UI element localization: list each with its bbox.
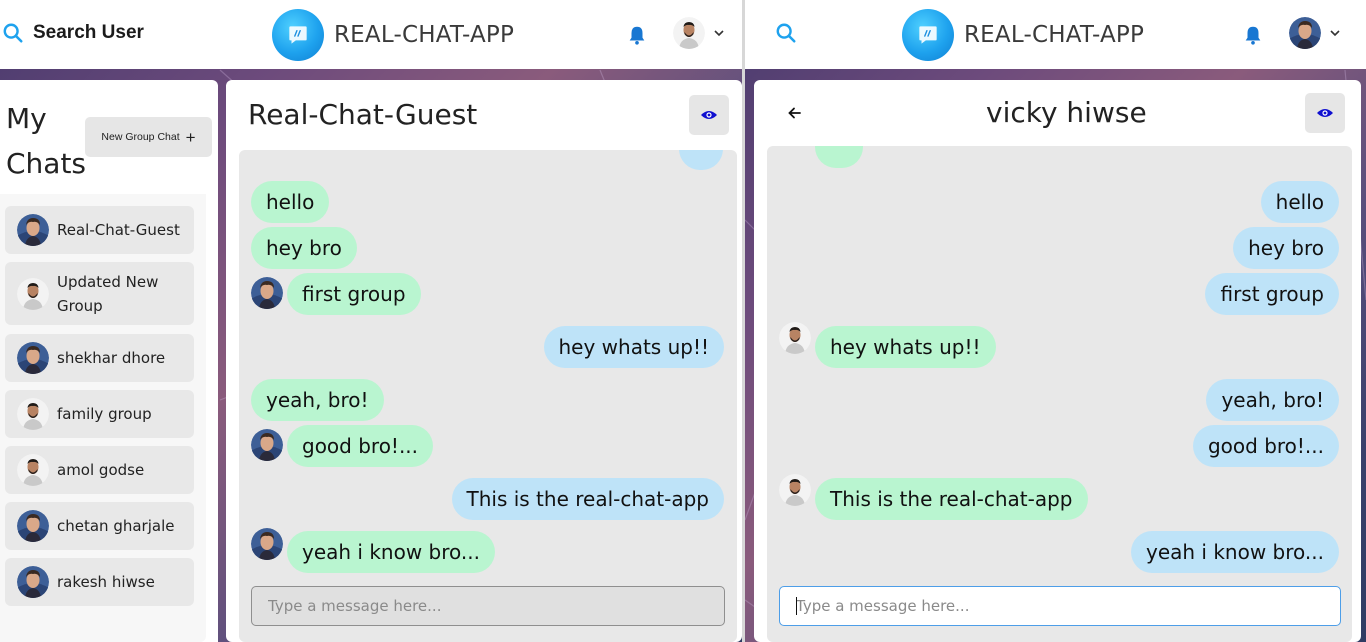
- message-bubble: first group: [1205, 273, 1339, 315]
- chat-item-name: family group: [57, 405, 152, 423]
- chat-box: vicky hiwse hello hey bro first group he…: [754, 80, 1361, 642]
- chat-item-name: chetan gharjale: [57, 517, 175, 535]
- messages-area: hello hey bro first group hey whats up!!…: [239, 150, 737, 642]
- avatar: [17, 342, 49, 374]
- new-group-chat-button[interactable]: New Group Chat +: [85, 117, 212, 157]
- app-name: REAL-CHAT-APP: [334, 22, 515, 48]
- chat-item-real-chat-guest[interactable]: Real-Chat-Guest: [5, 206, 194, 254]
- messages-area: hello hey bro first group hey whats up!!…: [767, 146, 1352, 642]
- chat-item-name: Real-Chat-Guest: [57, 221, 180, 239]
- message-bubble: This is the real-chat-app: [815, 478, 1088, 520]
- chat-title: Real-Chat-Guest: [248, 98, 478, 131]
- chevron-down-icon: [1330, 30, 1340, 37]
- chat-title: vicky hiwse: [986, 96, 1147, 129]
- chat-item-name: Updated New Group: [57, 272, 159, 315]
- message-bubble: hello: [251, 181, 330, 223]
- chat-item-name: amol godse: [57, 461, 145, 479]
- message-input[interactable]: [251, 586, 725, 626]
- user-avatar: [673, 17, 705, 49]
- chat-item-updated-new-group[interactable]: Updated New Group: [5, 262, 194, 325]
- chat-box: Real-Chat-Guest hello hey bro first grou…: [226, 80, 742, 642]
- message-bubble: [679, 150, 723, 170]
- avatar: [17, 510, 49, 542]
- chat-item-amol-godse[interactable]: amol godse: [5, 446, 194, 494]
- search-icon: [3, 23, 23, 43]
- message-bubble: yeah, bro!: [1206, 379, 1339, 421]
- message-bubble: hey whats up!!: [543, 326, 724, 368]
- app-name: REAL-CHAT-APP: [964, 22, 1145, 48]
- my-chats-panel: My Chats New Group Chat + Real-Chat-Gues…: [0, 80, 218, 642]
- chat-item-chetan-gharjale[interactable]: chetan gharjale: [5, 502, 194, 550]
- left-window: Search User REAL-CHAT-APP My Chats New G…: [0, 0, 742, 642]
- message-bubble: yeah i know bro...: [287, 531, 495, 573]
- bell-icon[interactable]: [1242, 24, 1264, 46]
- message-bubble: hey whats up!!: [815, 326, 996, 368]
- eye-icon: [1317, 109, 1333, 117]
- chat-item-shekhar-dhore[interactable]: shekhar dhore: [5, 334, 194, 382]
- sender-avatar: [779, 474, 811, 506]
- message-bubble: yeah i know bro...: [1131, 531, 1339, 573]
- avatar: [17, 398, 49, 430]
- search-user-button[interactable]: [775, 22, 797, 44]
- arrow-left-icon[interactable]: [788, 106, 802, 120]
- chat-item-family-group[interactable]: family group: [5, 390, 194, 438]
- profile-menu-button[interactable]: [673, 17, 725, 49]
- bell-icon[interactable]: [626, 24, 648, 46]
- message-bubble: first group: [287, 273, 421, 315]
- view-profile-button[interactable]: [1305, 93, 1345, 133]
- eye-icon: [701, 111, 717, 119]
- chat-item-name: shekhar dhore: [57, 349, 166, 367]
- avatar: [17, 454, 49, 486]
- chevron-down-icon: [714, 30, 724, 37]
- user-avatar: [1289, 17, 1321, 49]
- message-bubble: This is the real-chat-app: [451, 478, 724, 520]
- top-bar: REAL-CHAT-APP: [745, 0, 1366, 69]
- message-bubble: good bro!...: [1192, 425, 1339, 467]
- message-bubble: [815, 146, 863, 168]
- avatar: [17, 566, 49, 598]
- chat-list: Real-Chat-Guest Updated New Group shekha…: [0, 194, 206, 642]
- chat-item-name: rakesh hiwse: [57, 573, 155, 591]
- my-chats-title: My Chats: [6, 102, 87, 180]
- view-profile-button[interactable]: [689, 95, 729, 135]
- chat-item-rakesh-hiwse[interactable]: rakesh hiwse: [5, 558, 194, 606]
- app-logo-icon: [272, 9, 324, 61]
- message-input[interactable]: [779, 586, 1341, 626]
- profile-menu-button[interactable]: [1289, 17, 1341, 49]
- search-icon: [776, 23, 796, 43]
- sender-avatar: [251, 429, 283, 461]
- brand: REAL-CHAT-APP: [902, 9, 1144, 61]
- top-bar: Search User REAL-CHAT-APP: [0, 0, 742, 69]
- message-bubble: hello: [1260, 181, 1339, 223]
- right-window: REAL-CHAT-APP vicky hiwse hello hey bro …: [745, 0, 1366, 642]
- app-logo-icon: [902, 9, 954, 61]
- brand: REAL-CHAT-APP: [272, 9, 514, 61]
- plus-icon: +: [185, 127, 196, 147]
- sender-avatar: [251, 528, 283, 560]
- message-bubble: hey bro: [251, 227, 357, 269]
- new-group-chat-label: New Group Chat: [101, 131, 180, 143]
- search-user-button[interactable]: Search User: [2, 22, 144, 44]
- message-bubble: good bro!...: [287, 425, 434, 467]
- text-cursor: [796, 597, 797, 615]
- sender-avatar: [251, 277, 283, 309]
- search-user-label: Search User: [33, 22, 144, 43]
- avatar: [17, 214, 49, 246]
- sender-avatar: [779, 322, 811, 354]
- message-bubble: yeah, bro!: [251, 379, 384, 421]
- avatar: [17, 278, 49, 310]
- message-bubble: hey bro: [1233, 227, 1339, 269]
